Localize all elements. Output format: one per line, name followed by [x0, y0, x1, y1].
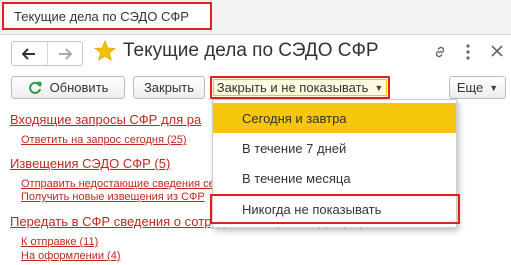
close-label: Закрыть	[143, 80, 195, 95]
dropdown-caret-icon: ▼	[374, 82, 384, 93]
close-and-hide-label: Закрыть и не показывать	[216, 80, 369, 95]
list-item[interactable]: Ответить на запрос сегодня (25)	[21, 134, 187, 146]
menu-item-7-days[interactable]: В течение 7 дней	[213, 133, 456, 163]
tab-current-tasks[interactable]: Текущие дела по СЭДО СФР	[2, 2, 212, 30]
page-title: Текущие дела по СЭДО СФР	[123, 40, 379, 61]
section-notifications[interactable]: Извещения СЭДО СФР (5)	[10, 156, 170, 171]
close-button[interactable]: Закрыть	[133, 76, 205, 99]
link-icon[interactable]	[432, 44, 448, 60]
close-and-hide-button[interactable]: Закрыть и не показывать ▼	[210, 76, 390, 99]
list-item[interactable]: На оформлении (4)	[21, 250, 120, 262]
dropdown-caret-icon: ▼	[489, 82, 499, 93]
forward-button[interactable]	[46, 42, 83, 65]
menu-item-today-tomorrow[interactable]: Сегодня и завтра	[213, 103, 456, 133]
more-icon[interactable]	[465, 43, 471, 61]
star-icon[interactable]	[94, 40, 116, 62]
list-item[interactable]: Отправить недостающие сведения се	[21, 178, 215, 190]
navigation-group	[11, 41, 83, 66]
back-button[interactable]	[12, 42, 47, 65]
more-button[interactable]: Еще ▼	[449, 76, 506, 99]
tab-bar: Текущие дела по СЭДО СФР	[0, 0, 511, 35]
section-incoming-requests[interactable]: Входящие запросы СФР для ра	[10, 112, 201, 127]
refresh-button[interactable]: Обновить	[11, 76, 125, 99]
tab-label: Текущие дела по СЭДО СФР	[14, 8, 189, 24]
back-arrow-icon	[22, 47, 36, 60]
refresh-label: Обновить	[49, 80, 109, 95]
menu-item-never-show[interactable]: Никогда не показывать	[210, 194, 460, 224]
forward-arrow-icon	[58, 47, 72, 60]
refresh-icon	[28, 81, 42, 94]
list-item[interactable]: К отправке (11)	[21, 236, 98, 248]
close-options-dropdown: Сегодня и завтра В течение 7 дней В тече…	[210, 99, 460, 228]
more-label: Еще	[456, 80, 484, 95]
close-icon[interactable]	[490, 44, 504, 58]
menu-item-month[interactable]: В течение месяца	[213, 163, 456, 193]
list-item[interactable]: Получить новые извещения из СФР	[21, 191, 205, 203]
